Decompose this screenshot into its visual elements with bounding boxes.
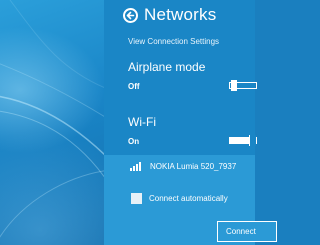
back-arrow-circle-icon[interactable]	[123, 7, 138, 23]
wifi-label: Wi-Fi	[128, 115, 156, 129]
wallpaper-swirls	[0, 0, 104, 238]
page-title: Networks	[144, 5, 217, 24]
wifi-toggle[interactable]	[229, 135, 257, 146]
connect-automatically-label: Connect automatically	[149, 194, 228, 203]
connect-button[interactable]: Connect	[217, 221, 277, 242]
connect-automatically-option[interactable]: Connect automatically	[131, 193, 228, 204]
network-list-item[interactable]: NOKIA Lumia 520_7937	[130, 162, 236, 171]
wifi-state: On	[128, 137, 140, 146]
view-connection-settings-link[interactable]: View Connection Settings	[128, 37, 219, 46]
airplane-mode-toggle[interactable]	[229, 80, 257, 91]
airplane-mode-label: Airplane mode	[128, 60, 206, 74]
wifi-signal-icon	[130, 162, 142, 171]
connect-automatically-checkbox[interactable]	[131, 193, 142, 204]
network-name: NOKIA Lumia 520_7937	[150, 162, 237, 171]
networks-panel: Networks View Connection Settings Airpla…	[104, 0, 277, 245]
desktop-background	[0, 0, 104, 245]
airplane-mode-state: Off	[128, 82, 140, 91]
panel-header: Networks	[123, 4, 216, 26]
